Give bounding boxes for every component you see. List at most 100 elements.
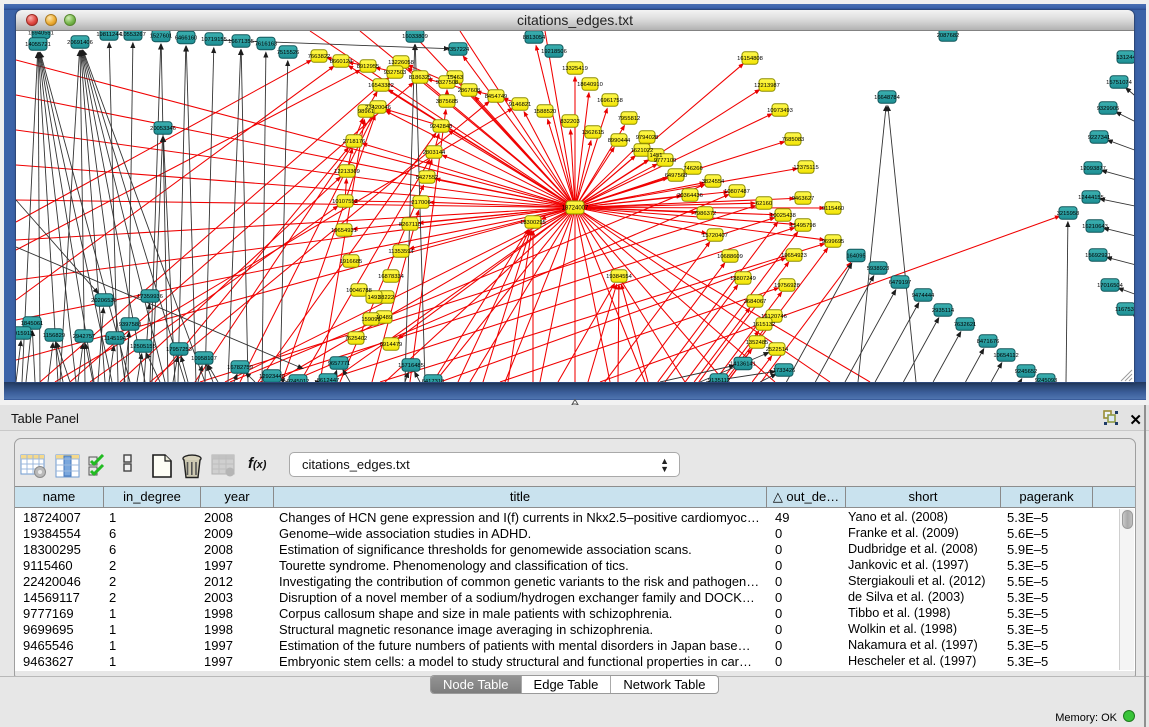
svg-text:9474444: 9474444 — [912, 293, 935, 299]
svg-text:9397588: 9397588 — [119, 322, 142, 328]
svg-text:1916685: 1916685 — [340, 259, 363, 265]
svg-text:10958107: 10958107 — [191, 356, 217, 362]
svg-text:8471676: 8471676 — [977, 339, 1000, 345]
svg-text:10973493: 10973493 — [767, 108, 793, 114]
svg-text:8186325: 8186325 — [409, 75, 432, 81]
svg-text:7515526: 7515526 — [277, 50, 300, 56]
svg-text:17016504: 17016504 — [1097, 283, 1124, 289]
svg-text:3875685: 3875685 — [436, 99, 459, 105]
svg-text:10107552: 10107552 — [332, 199, 358, 205]
svg-text:2803144: 2803144 — [423, 150, 446, 156]
svg-text:9245093: 9245093 — [1035, 378, 1058, 382]
svg-text:9115460: 9115460 — [822, 206, 844, 212]
svg-text:19654931: 19654931 — [331, 228, 357, 234]
svg-text:2935114: 2935114 — [932, 308, 955, 314]
svg-text:5938923: 5938923 — [867, 266, 890, 272]
svg-text:746266: 746266 — [683, 166, 702, 172]
svg-text:19756928: 19756928 — [774, 283, 800, 289]
svg-text:131244: 131244 — [1116, 55, 1134, 61]
svg-text:17957253: 17957253 — [166, 347, 192, 353]
svg-text:16120746: 16120746 — [761, 314, 787, 320]
svg-text:10688609: 10688609 — [717, 254, 743, 260]
svg-text:164095: 164095 — [846, 253, 865, 259]
svg-text:9463627: 9463627 — [792, 196, 815, 202]
svg-text:1362615: 1362615 — [582, 130, 605, 136]
svg-text:10654112: 10654112 — [993, 353, 1018, 359]
svg-text:15751074: 15751074 — [1106, 80, 1133, 86]
svg-text:1527601: 1527601 — [150, 33, 173, 39]
svg-text:9699695: 9699695 — [822, 239, 845, 245]
svg-text:12093877: 12093877 — [1080, 166, 1106, 172]
svg-text:10553267: 10553267 — [120, 32, 146, 38]
svg-text:16671355: 16671355 — [228, 39, 254, 45]
svg-text:1352485: 1352485 — [746, 340, 769, 346]
svg-text:9329905: 9329905 — [1097, 106, 1120, 112]
svg-text:3684067: 3684067 — [744, 299, 767, 305]
svg-text:9242848: 9242848 — [430, 124, 453, 130]
svg-text:7986372: 7986372 — [694, 211, 717, 217]
svg-text:9777109: 9777109 — [654, 158, 677, 164]
svg-text:2522514: 2522514 — [766, 347, 789, 353]
svg-text:2087682: 2087682 — [937, 33, 960, 39]
svg-text:15720407: 15720407 — [702, 233, 728, 239]
svg-text:2942757: 2942757 — [73, 334, 96, 340]
svg-text:9657771: 9657771 — [328, 361, 351, 367]
svg-text:1491: 1491 — [368, 295, 381, 301]
svg-text:1615132: 1615132 — [753, 322, 776, 328]
svg-text:20691406: 20691406 — [67, 40, 93, 46]
svg-text:20206535: 20206535 — [91, 298, 117, 304]
svg-text:10025438: 10025438 — [770, 213, 796, 219]
svg-text:14136141: 14136141 — [730, 361, 756, 367]
svg-text:16940551: 16940551 — [28, 31, 54, 36]
svg-text:12375115: 12375115 — [793, 165, 818, 171]
svg-text:8427552: 8427552 — [416, 175, 439, 181]
svg-text:3824554: 3824554 — [702, 179, 725, 185]
svg-text:19654923: 19654923 — [781, 253, 807, 259]
svg-text:9146821: 9146821 — [509, 102, 532, 108]
svg-text:17359936: 17359936 — [137, 294, 163, 300]
svg-text:19384554: 19384554 — [606, 274, 633, 280]
svg-text:15692921: 15692921 — [1085, 253, 1111, 259]
svg-text:6466160: 6466160 — [175, 35, 198, 41]
svg-text:7955812: 7955812 — [618, 116, 641, 122]
svg-text:9227341: 9227341 — [1088, 135, 1111, 141]
svg-text:1588520: 1588520 — [534, 109, 557, 115]
svg-text:8813054: 8813054 — [523, 35, 546, 41]
svg-text:16782759: 16782759 — [227, 365, 253, 371]
svg-text:8267110: 8267110 — [399, 222, 421, 228]
svg-text:62160: 62160 — [756, 201, 772, 207]
svg-text:16878334: 16878334 — [378, 274, 405, 280]
svg-text:19218506: 19218506 — [541, 49, 567, 55]
svg-text:7625402: 7625402 — [345, 336, 368, 342]
svg-text:12444155: 12444155 — [1078, 195, 1104, 201]
svg-text:15495798: 15495798 — [790, 223, 816, 229]
svg-text:3915913: 3915913 — [16, 331, 33, 337]
svg-text:12923446: 12923446 — [259, 374, 285, 380]
svg-text:8990444: 8990444 — [608, 138, 631, 144]
svg-text:8454749: 8454749 — [485, 94, 508, 100]
svg-text:15716485: 15716485 — [398, 363, 424, 369]
svg-text:7663822: 7663822 — [308, 54, 331, 60]
svg-text:9135112: 9135112 — [708, 378, 730, 382]
svg-text:217006: 217006 — [411, 200, 430, 206]
svg-text:20364436: 20364436 — [677, 193, 703, 199]
svg-text:7632621: 7632621 — [954, 322, 977, 328]
svg-text:9794028: 9794028 — [636, 135, 659, 141]
svg-text:1156829: 1156829 — [43, 333, 65, 339]
svg-text:10807487: 10807487 — [724, 189, 750, 195]
svg-text:6914479: 6914479 — [380, 342, 403, 348]
svg-text:16154808: 16154808 — [737, 56, 763, 62]
svg-text:7616163: 7616163 — [255, 41, 278, 47]
svg-text:10719155: 10719155 — [201, 37, 227, 43]
svg-text:1167535: 1167535 — [1115, 307, 1134, 313]
svg-text:98961: 98961 — [358, 109, 374, 115]
svg-text:12213369: 12213369 — [334, 169, 360, 175]
svg-text:12213987: 12213987 — [754, 83, 780, 89]
svg-text:7357224: 7357224 — [447, 47, 470, 53]
svg-text:2718176: 2718176 — [343, 139, 366, 145]
svg-text:19811244: 19811244 — [96, 32, 122, 38]
svg-text:7685083: 7685083 — [782, 137, 805, 143]
svg-text:1733426: 1733426 — [773, 368, 796, 374]
svg-text:6479197: 6479197 — [889, 280, 912, 286]
svg-text:16033809: 16033809 — [402, 34, 428, 40]
